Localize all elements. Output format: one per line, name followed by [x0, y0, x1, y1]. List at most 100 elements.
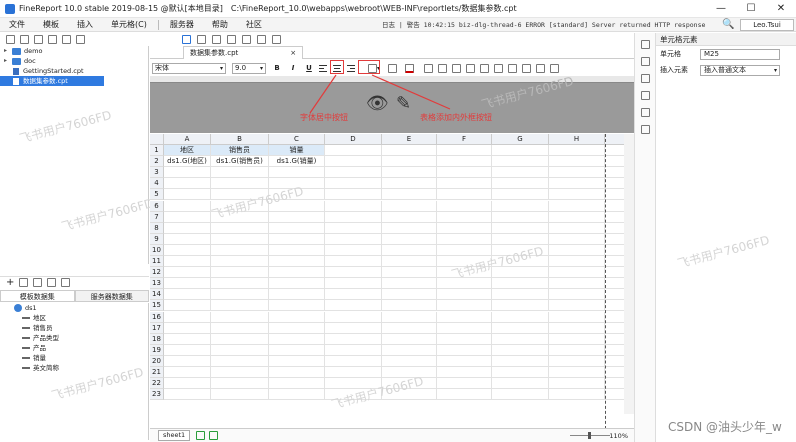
dataset-node[interactable]: ds1: [0, 303, 148, 313]
dataset-field[interactable]: 英文简称: [0, 363, 148, 373]
format-painter-icon[interactable]: [272, 34, 281, 44]
grid-cell[interactable]: [492, 378, 549, 390]
grid-cell[interactable]: [211, 222, 269, 234]
grid-cell[interactable]: [382, 178, 437, 190]
grid-cell[interactable]: [382, 333, 437, 345]
grid-cell[interactable]: [382, 278, 437, 290]
grid-cell[interactable]: [437, 222, 492, 234]
lock-icon[interactable]: [48, 34, 57, 44]
grid-cell[interactable]: [269, 278, 325, 290]
row-header[interactable]: 12: [150, 267, 164, 279]
grid-cell[interactable]: [164, 178, 211, 190]
grid-cell[interactable]: [492, 222, 549, 234]
grid-cell[interactable]: [164, 300, 211, 312]
row-header[interactable]: 2: [150, 156, 164, 168]
grid-cell[interactable]: [164, 189, 211, 201]
grid-cell[interactable]: [549, 333, 605, 345]
dataset-field[interactable]: 销量: [0, 353, 148, 363]
menu-file[interactable]: 文件: [0, 19, 34, 30]
column-header[interactable]: H: [549, 134, 605, 145]
widget-icon[interactable]: [640, 91, 650, 100]
grid-cell[interactable]: [437, 167, 492, 179]
grid-cell[interactable]: [437, 178, 492, 190]
grid-cell[interactable]: [437, 300, 492, 312]
grid-cell[interactable]: [382, 167, 437, 179]
log-message[interactable]: 日志 | 警告 10:42:15 biz-dlg-thread-6 ERROR …: [382, 18, 708, 32]
grid-cell[interactable]: [269, 189, 325, 201]
new-folder-icon[interactable]: [20, 34, 29, 44]
grid-cell[interactable]: [164, 200, 211, 212]
menu-insert[interactable]: 插入: [68, 19, 102, 30]
grid-cell[interactable]: [211, 322, 269, 334]
grid-cell[interactable]: [492, 333, 549, 345]
row-header[interactable]: 18: [150, 333, 164, 345]
minimize-button[interactable]: —: [706, 0, 736, 18]
grid-cell[interactable]: [492, 156, 549, 168]
grid-cell[interactable]: [382, 367, 437, 379]
grid-cell[interactable]: [492, 233, 549, 245]
grid-cell[interactable]: [269, 355, 325, 367]
formula-icon[interactable]: [494, 63, 504, 73]
grid-cell[interactable]: [549, 378, 605, 390]
grid-cell[interactable]: [549, 233, 605, 245]
grid-cell[interactable]: [437, 322, 492, 334]
row-header[interactable]: 23: [150, 389, 164, 401]
grid-cell[interactable]: [211, 355, 269, 367]
grid-cell[interactable]: [211, 200, 269, 212]
grid-cell[interactable]: [549, 256, 605, 268]
grid-cell[interactable]: [437, 145, 492, 157]
grid-cell[interactable]: [325, 333, 382, 345]
grid-cell[interactable]: [325, 344, 382, 356]
grid-cell[interactable]: [211, 233, 269, 245]
preview-icon[interactable]: [61, 278, 71, 287]
zoom-level[interactable]: 110%: [609, 432, 628, 440]
grid-cell[interactable]: [382, 222, 437, 234]
grid-cell[interactable]: [164, 344, 211, 356]
grid-cell[interactable]: [437, 189, 492, 201]
undo-icon[interactable]: [197, 34, 206, 44]
grid-cell[interactable]: [211, 378, 269, 390]
row-header[interactable]: 22: [150, 378, 164, 390]
grid-cell[interactable]: [325, 233, 382, 245]
grid-cell[interactable]: [269, 244, 325, 256]
hyperlink-icon[interactable]: [640, 125, 650, 134]
grid-cell[interactable]: [325, 200, 382, 212]
column-header[interactable]: G: [492, 134, 549, 145]
sheet-tab[interactable]: sheet1: [158, 430, 191, 441]
row-header[interactable]: 19: [150, 344, 164, 356]
copy-icon[interactable]: [242, 34, 251, 44]
underline-button[interactable]: U: [304, 64, 314, 72]
grid-cell[interactable]: [269, 311, 325, 323]
user-account[interactable]: Leo.Tsui: [740, 19, 794, 31]
grid-cell[interactable]: [269, 267, 325, 279]
grid-cell[interactable]: [211, 289, 269, 301]
grid-cell[interactable]: [492, 167, 549, 179]
grid-cell[interactable]: [492, 256, 549, 268]
grid-cell[interactable]: [211, 167, 269, 179]
grid-cell[interactable]: [269, 333, 325, 345]
grid-cell[interactable]: [325, 256, 382, 268]
tree-folder[interactable]: ▸ doc: [0, 56, 148, 66]
add-dataset-icon[interactable]: +: [6, 277, 14, 288]
grid-cell[interactable]: [549, 389, 605, 401]
grid-cell[interactable]: [269, 178, 325, 190]
grid-cell[interactable]: [437, 389, 492, 401]
grid-cell[interactable]: [437, 355, 492, 367]
grid-cell[interactable]: [382, 311, 437, 323]
grid-cell[interactable]: [437, 333, 492, 345]
tab-server-dataset[interactable]: 服务器数据集: [74, 290, 149, 302]
menu-template[interactable]: 模板: [34, 19, 68, 30]
grid-cell[interactable]: [549, 156, 605, 168]
grid-cell[interactable]: [549, 178, 605, 190]
grid-cell[interactable]: [269, 256, 325, 268]
dataset-field[interactable]: 产品类型: [0, 333, 148, 343]
grid-cell[interactable]: [549, 189, 605, 201]
grid-cell[interactable]: [492, 244, 549, 256]
menu-community[interactable]: 社区: [237, 19, 271, 30]
grid-cell[interactable]: [382, 300, 437, 312]
grid-cell[interactable]: [437, 200, 492, 212]
grid-cell[interactable]: [492, 311, 549, 323]
grid-cell[interactable]: [437, 211, 492, 223]
grid-cell[interactable]: [269, 222, 325, 234]
save-icon[interactable]: [182, 34, 191, 44]
